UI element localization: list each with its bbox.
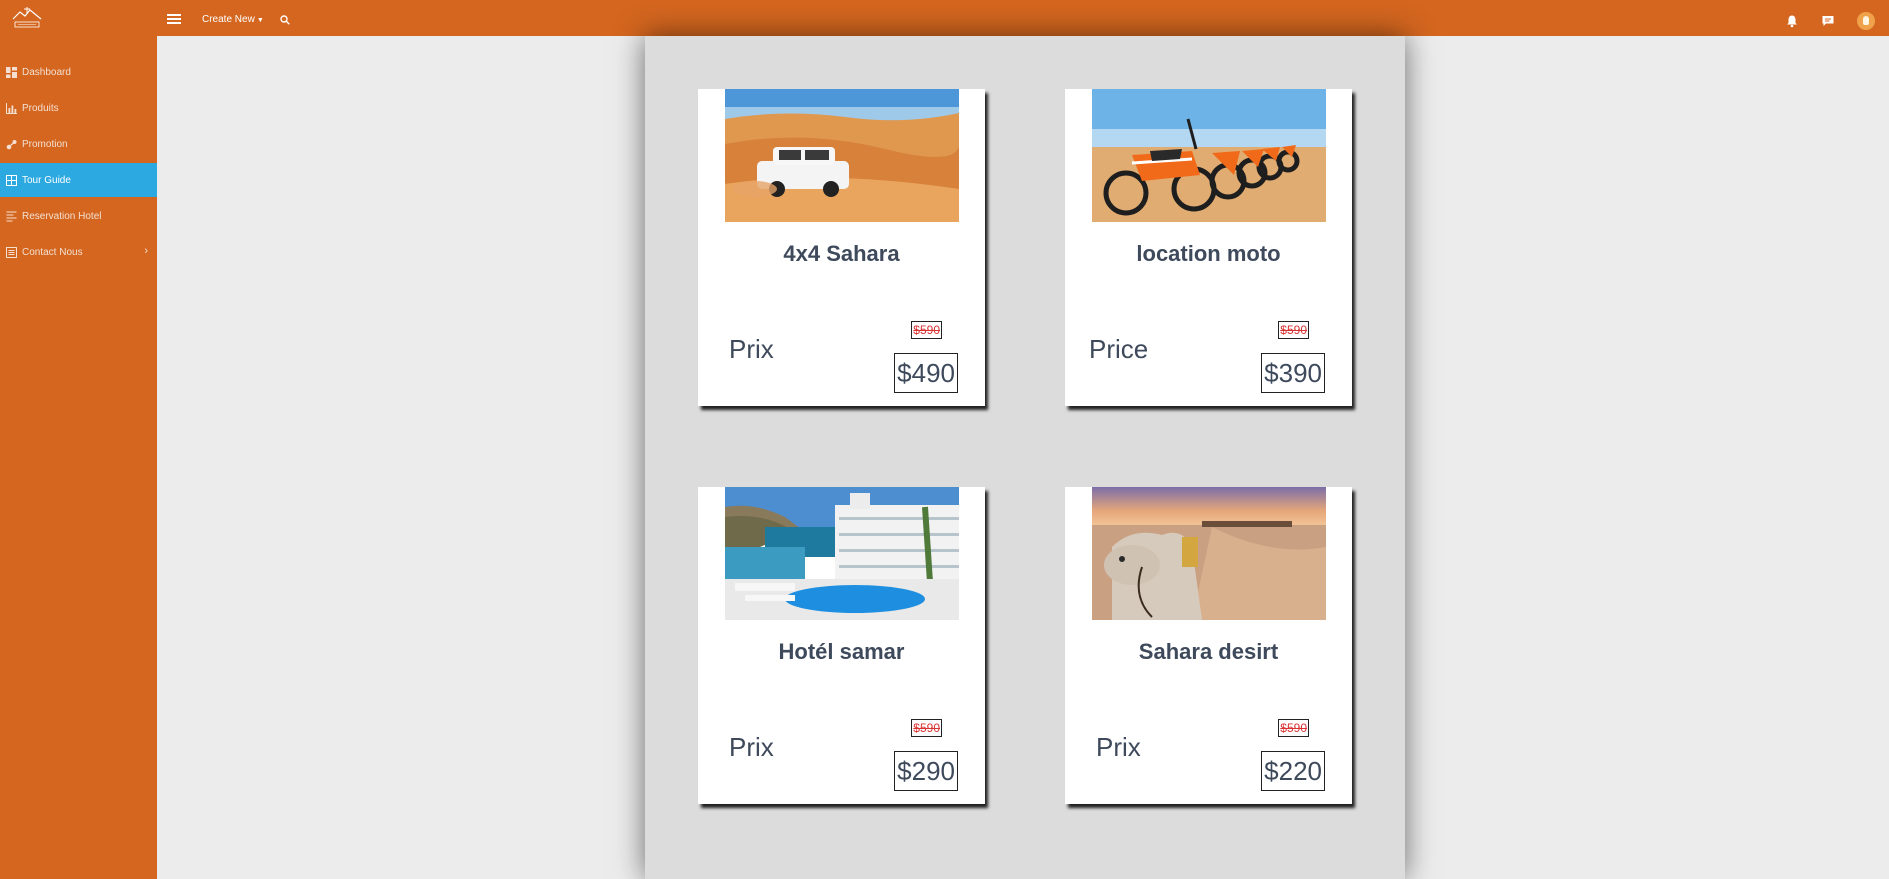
avatar[interactable]	[1857, 12, 1875, 30]
bar-chart-icon	[6, 102, 17, 114]
dashboard-icon	[6, 66, 17, 78]
price-label: Prix	[1096, 732, 1141, 762]
sidebar-item-dashboard[interactable]: Dashboard	[0, 55, 157, 89]
search-icon[interactable]	[280, 15, 290, 25]
card-title: 4x4 Sahara	[783, 241, 900, 266]
old-price: $590	[1278, 321, 1309, 339]
list-icon	[6, 210, 17, 222]
new-price: $390	[1261, 353, 1325, 393]
card-title: Hotél samar	[778, 639, 905, 664]
desert-4x4-photo	[725, 89, 959, 222]
top-bar: Create New ▼	[0, 0, 1889, 36]
chat-icon[interactable]	[1821, 14, 1835, 28]
bell-icon[interactable]	[1785, 14, 1799, 28]
old-price: $590	[911, 321, 942, 339]
new-price: $490	[894, 353, 958, 393]
old-price: $590	[1278, 719, 1309, 737]
product-card[interactable]: 4x4 Sahara Prix $590 $490	[698, 89, 985, 406]
sidebar-item-label: Contact Nous	[22, 246, 83, 258]
old-price: $590	[911, 719, 942, 737]
sidebar-item-promotion[interactable]: Promotion	[0, 127, 157, 161]
sidebar-item-label: Dashboard	[22, 66, 71, 78]
new-price: $220	[1261, 751, 1325, 791]
chevron-right-icon: ›	[144, 245, 148, 257]
sidebar-item-reservation-hotel[interactable]: Reservation Hotel	[0, 199, 157, 233]
hotel-pool-photo	[725, 487, 959, 620]
product-card[interactable]: Hotél samar Prix $590 $290	[698, 487, 985, 804]
sidebar-item-contact-nous[interactable]: Contact Nous ›	[0, 235, 157, 269]
product-card[interactable]: location moto Price $590 $390	[1065, 89, 1352, 406]
grid-icon	[6, 174, 17, 186]
content-panel: 4x4 Sahara Prix $590 $490 location moto …	[645, 36, 1405, 879]
card-title: Sahara desirt	[1138, 639, 1279, 664]
create-new-label: Create New	[202, 14, 255, 25]
create-new-dropdown[interactable]: Create New ▼	[202, 14, 264, 25]
price-label: Prix	[729, 732, 774, 762]
price-label: Prix	[729, 334, 774, 364]
sidebar-item-produits[interactable]: Produits	[0, 91, 157, 125]
menu-icon[interactable]	[167, 14, 181, 24]
promotion-icon	[6, 139, 17, 149]
sidebar-item-label: Tour Guide	[22, 174, 71, 186]
sidebar-item-label: Promotion	[22, 138, 68, 150]
sidebar-item-label: Reservation Hotel	[22, 210, 102, 222]
sidebar-item-tour-guide[interactable]: Tour Guide	[0, 163, 157, 197]
sidebar: Dashboard Produits Promotion Tour Guide …	[0, 36, 157, 879]
product-card[interactable]: Sahara desirt Prix $590 $220	[1065, 487, 1352, 804]
contact-icon	[6, 246, 17, 258]
chevron-down-icon: ▼	[256, 17, 264, 24]
logo[interactable]	[8, 5, 46, 33]
motorbikes-photo	[1092, 89, 1326, 222]
sidebar-item-label: Produits	[22, 102, 59, 114]
new-price: $290	[894, 751, 958, 791]
camel-desert-photo	[1092, 487, 1326, 620]
price-label: Price	[1089, 334, 1149, 364]
card-title: location moto	[1136, 241, 1281, 266]
